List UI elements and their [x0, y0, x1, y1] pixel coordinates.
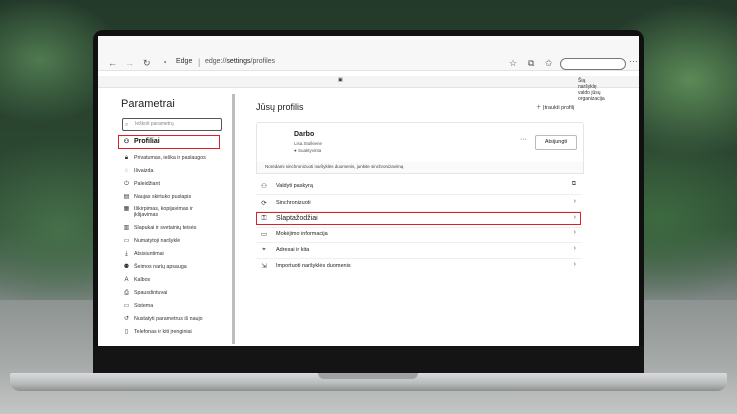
laptop-screen: ← → ↻ ◔ Edge | edge://settings/profiles … [98, 36, 639, 346]
separator: | [198, 57, 201, 67]
printer-icon: ⎙ [124, 290, 129, 296]
cookie-icon: ▥ [123, 225, 130, 231]
sidebar-item-system[interactable]: ▭ Sistema [122, 303, 153, 309]
phone-icon: ▯ [124, 329, 129, 335]
laptop-notch [318, 373, 418, 379]
sidebar-item-appearance[interactable]: ◌ Išvaizda [122, 168, 154, 174]
refresh-icon[interactable]: ↻ [143, 58, 151, 68]
profile-name: Darbo [294, 131, 315, 138]
location-icon: ⌖ [262, 246, 266, 253]
system-icon: ▭ [123, 303, 130, 309]
settings-row-payment[interactable]: ▭ Mokėjimo informacija › [256, 226, 582, 243]
favorite-star-icon[interactable]: ☆ [509, 58, 517, 68]
sidebar-title: Parametrai [121, 98, 175, 110]
sidebar-item-downloads[interactable]: ⤓ Atsisiuntimai [122, 251, 164, 257]
search-icon: ⌕ [125, 122, 129, 128]
chevron-right-icon: › [573, 198, 576, 205]
collections-icon[interactable]: ⧉ [528, 58, 534, 68]
person-icon: ⚇ [261, 183, 267, 190]
managed-notice-text: ▣ Šią naršyklę valdo jūsų organizacija [338, 77, 605, 102]
more-menu-icon[interactable]: ··· [629, 56, 638, 66]
laptop-bezel-bottom [93, 346, 644, 375]
settings-row-sync[interactable]: ⟳ Sinchronizuoti › [256, 195, 582, 212]
sidebar-item-clipboard[interactable]: ▦ Iškirpimas, kopijavimas ir įklijavimas [122, 206, 193, 218]
highlight-passwords [256, 212, 581, 225]
sync-banner: Norėdami sinchronizuoti naršyklės duomen… [256, 162, 584, 174]
sidebar-item-cookies[interactable]: ▥ Slapukai ir svetainių teisės [122, 225, 197, 231]
external-link-icon: ⧉ [571, 181, 576, 187]
sync-status-icon: ● [294, 148, 297, 153]
profile-more-icon[interactable]: ··· [520, 136, 527, 143]
sidebar-item-default-browser[interactable]: ▭ Numatytoji naršyklė [122, 238, 181, 244]
settings-sidebar: Parametrai ⌕ Ieškoti parametrų ⚇ Profilia… [98, 88, 234, 346]
reset-icon: ↺ [123, 316, 130, 322]
signout-button[interactable]: Atsijungti [535, 135, 577, 150]
new-tab-icon: ▤ [123, 194, 130, 200]
card-icon: ▭ [260, 231, 268, 238]
profile-pill-button[interactable] [560, 58, 626, 70]
language-icon: A [124, 277, 129, 283]
address-bar-area: ← → ↻ ◔ Edge | edge://settings/profiles … [98, 36, 639, 71]
sidebar-scrollbar[interactable] [232, 94, 235, 344]
sidebar-item-phone[interactable]: ▯ Telefonas ir kiti įrenginiai [122, 329, 192, 335]
sidebar-item-new-tab[interactable]: ▤ Naujas skirtuko puslapis [122, 194, 191, 200]
sidebar-item-languages[interactable]: A Kalbos [122, 277, 150, 283]
settings-row-import[interactable]: ⇲ Importuoti naršyklės duomenis › [256, 258, 582, 274]
settings-search-input[interactable]: ⌕ Ieškoti parametrų [122, 118, 222, 131]
sidebar-item-family[interactable]: ⚉ Šeimos narių apsauga [122, 264, 187, 270]
chevron-right-icon: › [573, 229, 576, 236]
chevron-right-icon: › [573, 261, 576, 268]
profile-sync-status: ● Suaktyvinta [294, 148, 322, 153]
power-icon: ⏻ [124, 181, 129, 187]
sidebar-item-startup[interactable]: ⏻ Paleidžiant [122, 181, 160, 187]
managed-notice-bar: ▣ Šią naršyklę valdo jūsų organizacija [98, 76, 639, 102]
chevron-right-icon: › [573, 245, 576, 252]
highlight-profiliai [118, 135, 220, 149]
sidebar-item-printers[interactable]: ⎙ Spausdintuvai [122, 290, 167, 296]
browser-icon: ▭ [123, 238, 130, 244]
import-icon: ⇲ [261, 263, 267, 270]
download-icon: ⤓ [125, 251, 128, 257]
settings-row-manage-account[interactable]: ⚇ Valdyti paskyrą ⧉ [256, 178, 582, 195]
forward-icon[interactable]: → [125, 58, 134, 68]
plus-icon: ＋ [536, 105, 542, 111]
address-input[interactable]: edge://settings/profiles [205, 58, 275, 65]
settings-row-addresses[interactable]: ⌖ Adresai ir kita › [256, 242, 582, 259]
browser-brand-label: Edge [176, 58, 193, 65]
clipboard-icon: ▦ [123, 206, 130, 212]
appearance-icon: ◌ [124, 168, 129, 174]
family-icon: ⚉ [123, 264, 130, 270]
favorites-icon[interactable]: ✩ [545, 58, 553, 68]
lock-icon: 🔒︎ [124, 155, 129, 161]
page-title: Jūsų profilis [256, 102, 304, 112]
add-profile-button[interactable]: ＋ Įtraukti profilį [536, 103, 574, 111]
profile-email: Lisa.Stulkiene [294, 141, 323, 146]
sidebar-item-reset[interactable]: ↺ Nustatyti parametrus iš naujo [122, 316, 203, 322]
back-icon[interactable]: ← [108, 58, 117, 68]
sync-icon: ⟳ [261, 200, 267, 207]
sidebar-item-privacy[interactable]: 🔒︎ Privatumas, ieška ir paslaugos [122, 155, 206, 161]
edge-logo-icon: ◔ [162, 58, 167, 67]
